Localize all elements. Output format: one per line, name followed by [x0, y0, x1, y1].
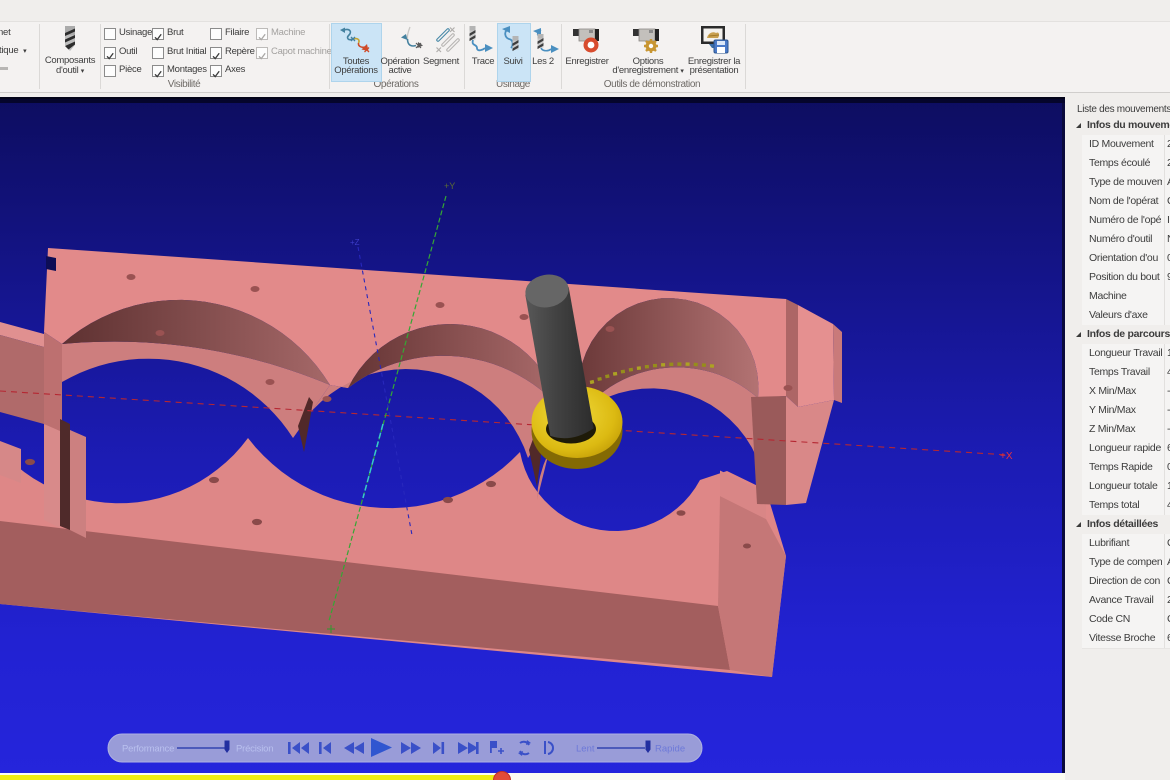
svg-text:Rapide: Rapide: [655, 744, 685, 755]
svg-text:+X: +X: [1000, 451, 1013, 462]
svg-text:+Z: +Z: [350, 238, 360, 247]
svg-text:Précision: Précision: [236, 744, 273, 755]
svg-text:Lent: Lent: [576, 744, 595, 755]
svg-text:Performance: Performance: [122, 744, 174, 755]
svg-text:+Y: +Y: [444, 181, 455, 191]
